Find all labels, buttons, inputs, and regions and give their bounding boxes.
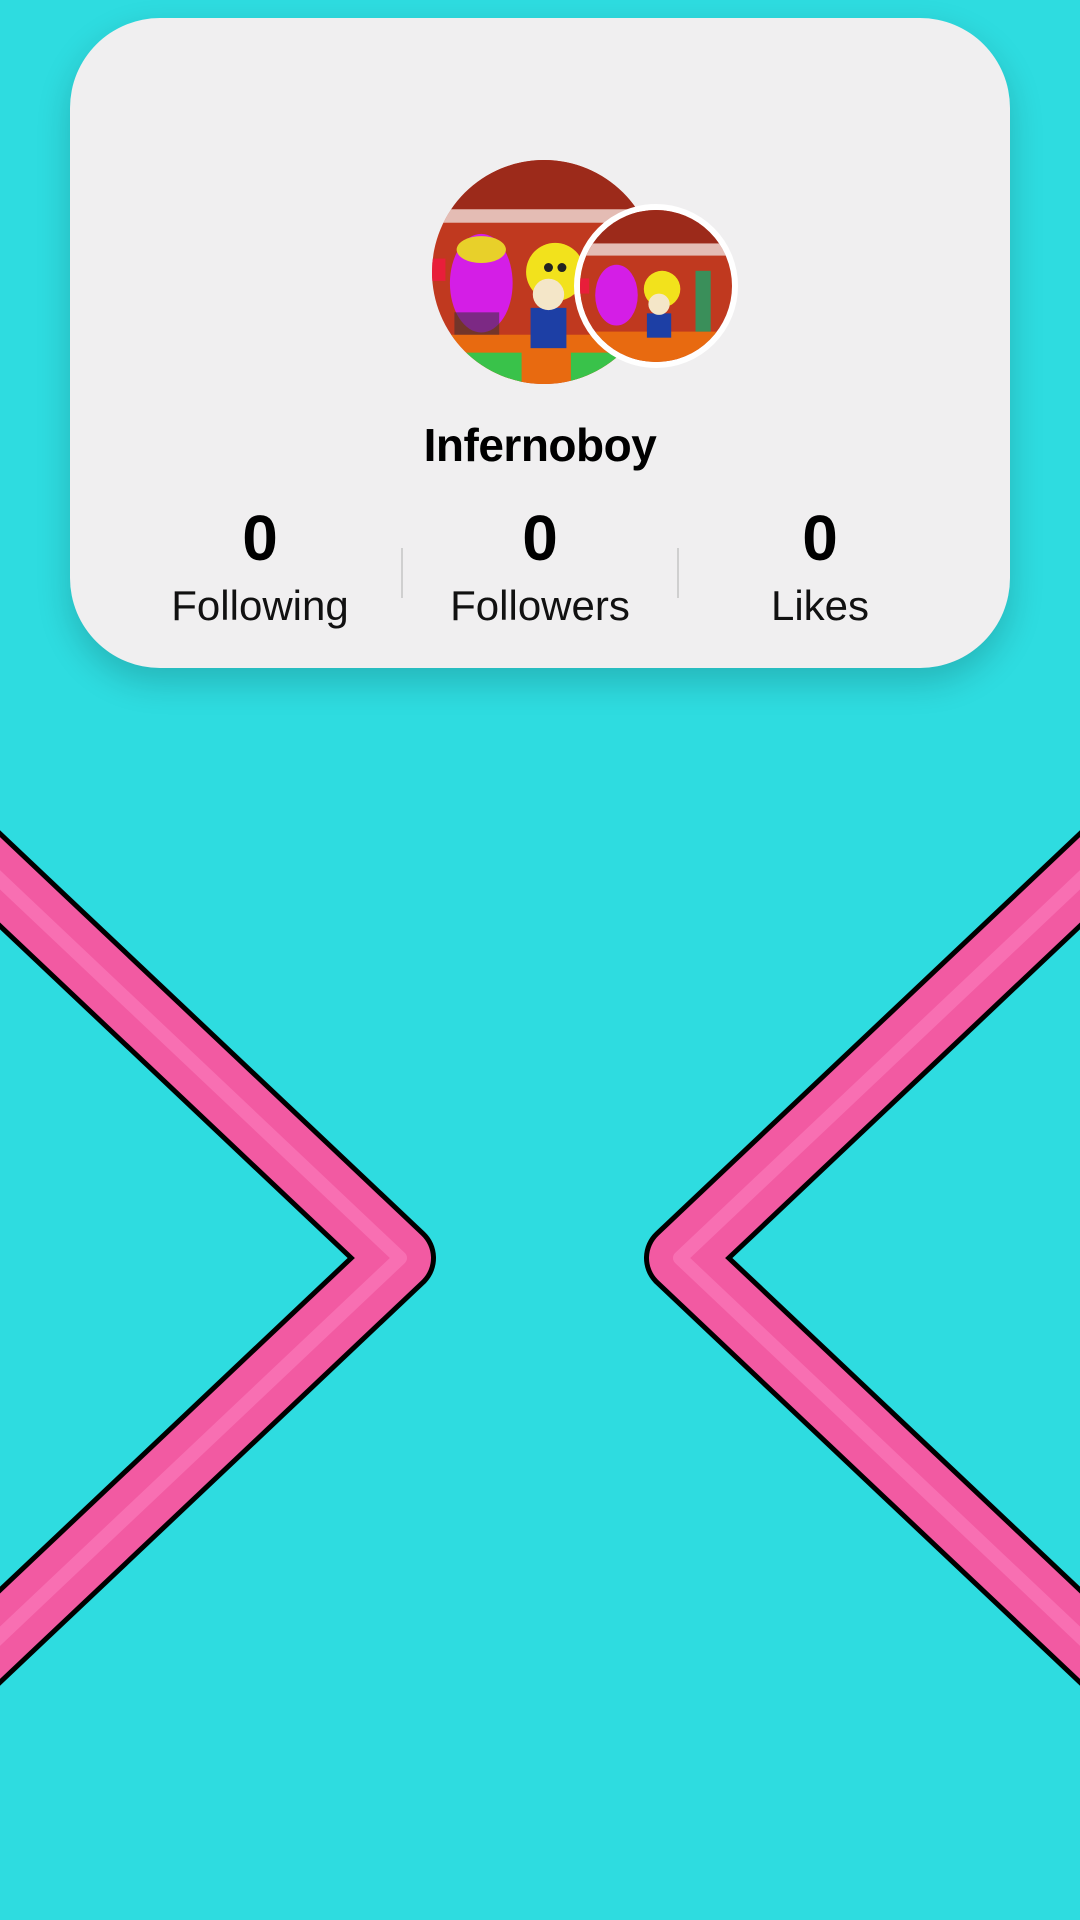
stat-likes[interactable]: 0 Likes	[680, 498, 960, 634]
followers-count: 0	[522, 502, 558, 574]
following-count: 0	[242, 502, 278, 574]
stat-following[interactable]: 0 Following	[120, 498, 400, 634]
stats-row: 0 Following 0 Followers 0 Likes	[70, 498, 1010, 638]
profile-card: Infernoboy 0 Following 0 Followers 0 Lik…	[70, 18, 1010, 668]
avatar-secondary-image	[580, 210, 732, 362]
followers-label: Followers	[450, 582, 630, 629]
chevron-right-icon	[0, 830, 436, 1686]
chevron-decoration	[0, 830, 1080, 1686]
avatar-secondary[interactable]	[574, 204, 738, 368]
profile-screen: Infernoboy 0 Following 0 Followers 0 Lik…	[0, 0, 1080, 1920]
chevron-left-icon	[644, 830, 1080, 1686]
stats-divider	[677, 548, 679, 598]
avatar-group	[432, 160, 752, 400]
likes-label: Likes	[770, 582, 870, 629]
following-label: Following	[171, 582, 349, 629]
username: Infernoboy	[423, 419, 657, 471]
stat-followers[interactable]: 0 Followers	[400, 498, 680, 634]
likes-count: 0	[802, 502, 838, 574]
